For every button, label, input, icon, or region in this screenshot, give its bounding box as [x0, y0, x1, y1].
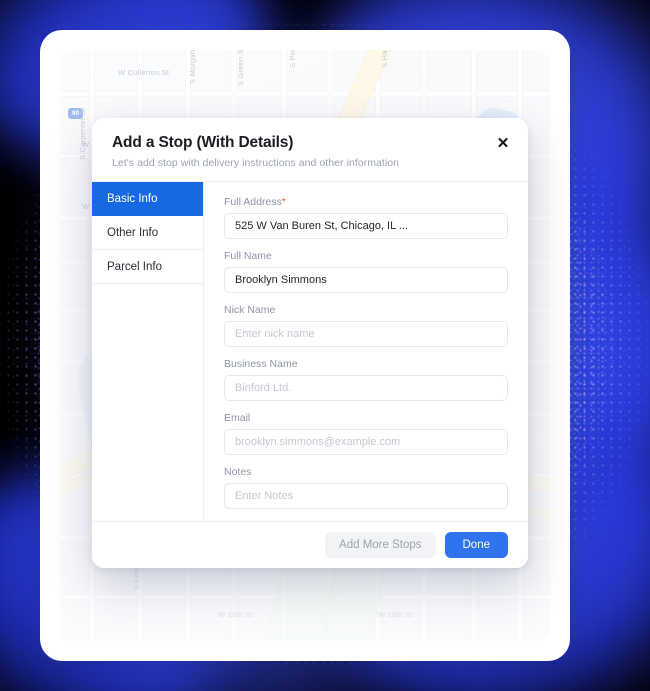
page-title: Add a Stop (With Details) — [112, 134, 294, 151]
form-pane: Full Address* Full Name Nick Name Busine… — [204, 182, 528, 521]
map-road — [60, 92, 550, 96]
full-name-input[interactable] — [224, 267, 508, 293]
field-full-address: Full Address* — [224, 196, 508, 239]
modal-sidebar: Basic Info Other Info Parcel Info — [92, 182, 204, 521]
map-label: W 29th St — [218, 610, 253, 619]
modal-body: Basic Info Other Info Parcel Info Full A… — [92, 181, 528, 521]
map-label: S Green St — [236, 50, 245, 86]
field-label: Full Name — [224, 250, 272, 262]
add-stop-modal: Add a Stop (With Details) Let's add stop… — [92, 118, 528, 568]
sidebar-item-label: Basic Info — [107, 192, 158, 205]
modal-subtitle: Let's add stop with delivery instruction… — [112, 157, 400, 169]
map-label: S Carpenter St — [78, 107, 87, 160]
field-label: Nick Name — [224, 304, 276, 316]
field-business-name: Business Name — [224, 358, 508, 401]
modal-header: Add a Stop (With Details) Let's add stop… — [92, 118, 528, 181]
business-name-input[interactable] — [224, 375, 508, 401]
add-more-stops-button[interactable]: Add More Stops — [325, 532, 436, 558]
sidebar-item-parcel-info[interactable]: Parcel Info — [92, 250, 203, 284]
done-button[interactable]: Done — [444, 532, 508, 558]
nick-name-input[interactable] — [224, 321, 508, 347]
notes-input[interactable] — [224, 483, 508, 509]
sidebar-item-label: Other Info — [107, 226, 159, 239]
required-marker: * — [281, 196, 286, 208]
close-icon[interactable]: ✕ — [492, 132, 514, 154]
email-field[interactable] — [224, 429, 508, 455]
map-label: W Cullerton St — [118, 68, 170, 77]
field-label: Email — [224, 412, 251, 424]
map-label: S Peoria St — [288, 50, 297, 68]
map-label: W 29th St — [378, 610, 413, 619]
full-address-input[interactable] — [224, 213, 508, 239]
field-label: Full Address* — [224, 196, 508, 208]
map-label: S Morgan St — [188, 50, 197, 84]
sidebar-item-other-info[interactable]: Other Info — [92, 216, 203, 250]
field-nick-name: Nick Name — [224, 304, 508, 347]
field-full-name: Full Name — [224, 250, 508, 293]
sidebar-item-label: Parcel Info — [107, 260, 162, 273]
map-label: S Halsted St — [380, 50, 389, 68]
field-notes: Notes — [224, 466, 508, 509]
sidebar-item-basic-info[interactable]: Basic Info — [92, 182, 203, 216]
field-label: Business Name — [224, 358, 298, 370]
field-email: Email — [224, 412, 508, 455]
modal-footer: Add More Stops Done — [92, 521, 528, 568]
field-label: Notes — [224, 466, 252, 478]
field-label-text: Full Address — [224, 196, 282, 208]
